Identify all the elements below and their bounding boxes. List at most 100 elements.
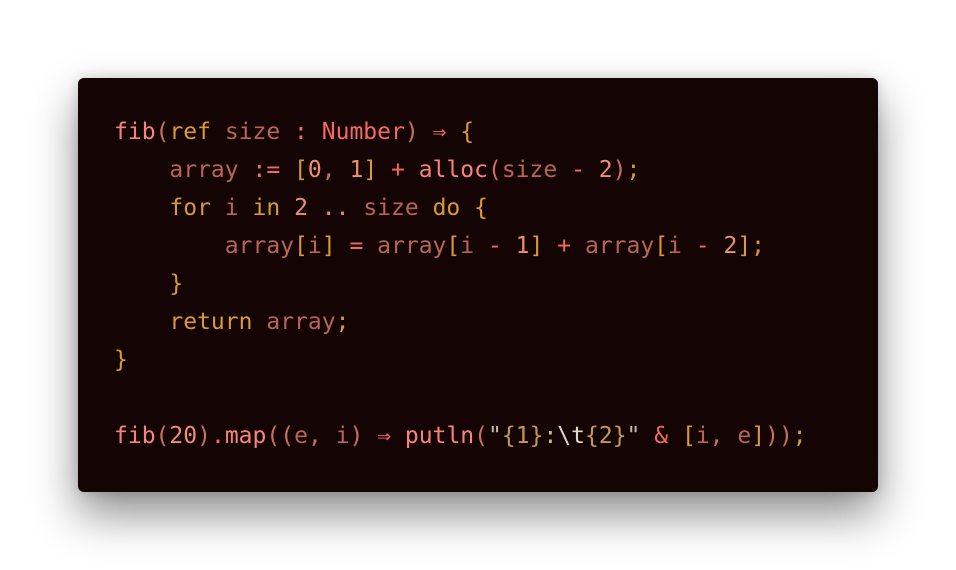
code-token-punc: ( <box>155 119 170 145</box>
code-token-kw: return <box>169 309 253 335</box>
code-token-brak: [ <box>446 233 461 259</box>
code-token-num: 2 <box>294 195 308 221</box>
code-token-semi: ; <box>792 423 807 449</box>
code-token-num: 2 <box>723 233 738 259</box>
code-line: fib(ref size : Number) ⇒ { <box>114 113 807 151</box>
code-token-semi: ; <box>751 233 766 259</box>
code-token-brak: [ <box>681 423 696 449</box>
code-token-var: size <box>224 119 281 145</box>
code-token-kw: in <box>252 195 281 221</box>
code-token-num: 2 <box>598 157 613 183</box>
code-token-op: ⇒ <box>432 119 447 145</box>
code-token-num: 20 <box>169 423 198 449</box>
code-token-num: 0 <box>307 157 322 183</box>
code-token-var: i <box>460 233 475 259</box>
code-token-op: + <box>543 233 585 259</box>
code-token-strb: {2} <box>585 423 627 449</box>
code-token-str: : <box>543 423 558 449</box>
code-token-op: . <box>210 423 225 449</box>
code-token-var: size <box>363 195 419 221</box>
code-window: fib(ref size : Number) ⇒ { array := [0, … <box>78 78 878 492</box>
code-token-var: array <box>584 233 655 259</box>
code-token-punc: ( <box>487 157 502 183</box>
code-token-semi: ; <box>335 309 350 335</box>
code-token-var: e <box>737 423 752 449</box>
code-token-op: ⇒ <box>377 423 392 449</box>
code-token-punc: ) <box>612 157 627 183</box>
code-line: } <box>114 265 807 303</box>
code-token-type: Number <box>321 119 405 145</box>
code-line: ​ <box>114 379 807 417</box>
code-token-punc: ( <box>474 423 489 449</box>
code-token-op: & <box>640 423 682 449</box>
code-token-var: e <box>294 423 308 449</box>
code-token-brak: [ <box>294 157 308 183</box>
code-line: return array; <box>114 303 807 341</box>
code-token-var: i <box>307 233 322 259</box>
code-token-brace: } <box>114 347 128 373</box>
code-token-punc: ) <box>404 119 433 145</box>
code-token-fn: alloc <box>418 157 488 183</box>
code-token-op: - <box>681 233 724 259</box>
code-token-brace: { <box>474 195 488 221</box>
code-token-var: i <box>335 423 350 449</box>
code-token-kw: ref <box>169 119 211 145</box>
screenshot-canvas: fib(ref size : Number) ⇒ { array := [0, … <box>0 0 956 570</box>
code-line: } <box>114 341 807 379</box>
code-token-kw: do <box>432 195 461 221</box>
code-token-op: + <box>377 157 419 183</box>
code-token-op: - <box>557 157 599 183</box>
code-token-brak: [ <box>654 233 669 259</box>
code-line: fib(20).map((e, i) ⇒ putln("{1}:\t{2}" &… <box>114 417 807 455</box>
code-token-kw: for <box>169 195 211 221</box>
code-token-brak: ] <box>751 423 766 449</box>
code-token-punc: , <box>709 423 738 449</box>
code-token-esc: \t <box>557 423 585 449</box>
code-token-punc: ) <box>349 423 378 449</box>
code-token-var: array <box>169 157 239 183</box>
code-token-kw: .. <box>307 195 364 221</box>
code-token-punc: ( <box>155 423 170 449</box>
code-token-op: := <box>238 157 295 183</box>
code-token-str: " <box>626 423 641 449</box>
code-token-fn: putln <box>404 423 475 449</box>
code-token-punc: )) <box>765 423 793 449</box>
code-token-punc: ) <box>197 423 211 449</box>
code-token-str: " <box>488 423 502 449</box>
code-token-var: i <box>695 423 710 449</box>
code-token-fn: fib <box>114 119 156 145</box>
code-token-brak: ] <box>321 233 336 259</box>
code-token-op: = <box>335 233 378 259</box>
code-token-num: 1 <box>349 157 364 183</box>
code-token-punc: , <box>307 423 336 449</box>
code-token-fn: fib <box>114 423 156 449</box>
code-token-num: 1 <box>515 233 530 259</box>
code-line: for i in 2 .. size do { <box>114 189 807 227</box>
code-token-var: array <box>377 233 447 259</box>
code-line: array := [0, 1] + alloc(size - 2); <box>114 151 807 189</box>
code-token-fn: map <box>224 423 267 449</box>
code-token-punc: , <box>321 157 350 183</box>
code-token-var: array <box>224 233 295 259</box>
code-token-strb: {1} <box>501 423 544 449</box>
code-token-var: i <box>668 233 682 259</box>
code-token-brace: } <box>169 271 184 297</box>
code-token-brak: ] <box>363 157 378 183</box>
code-token-op: : <box>280 119 322 145</box>
code-block[interactable]: fib(ref size : Number) ⇒ { array := [0, … <box>114 113 807 455</box>
code-token-op: - <box>474 233 516 259</box>
code-token-brace: { <box>460 119 475 145</box>
